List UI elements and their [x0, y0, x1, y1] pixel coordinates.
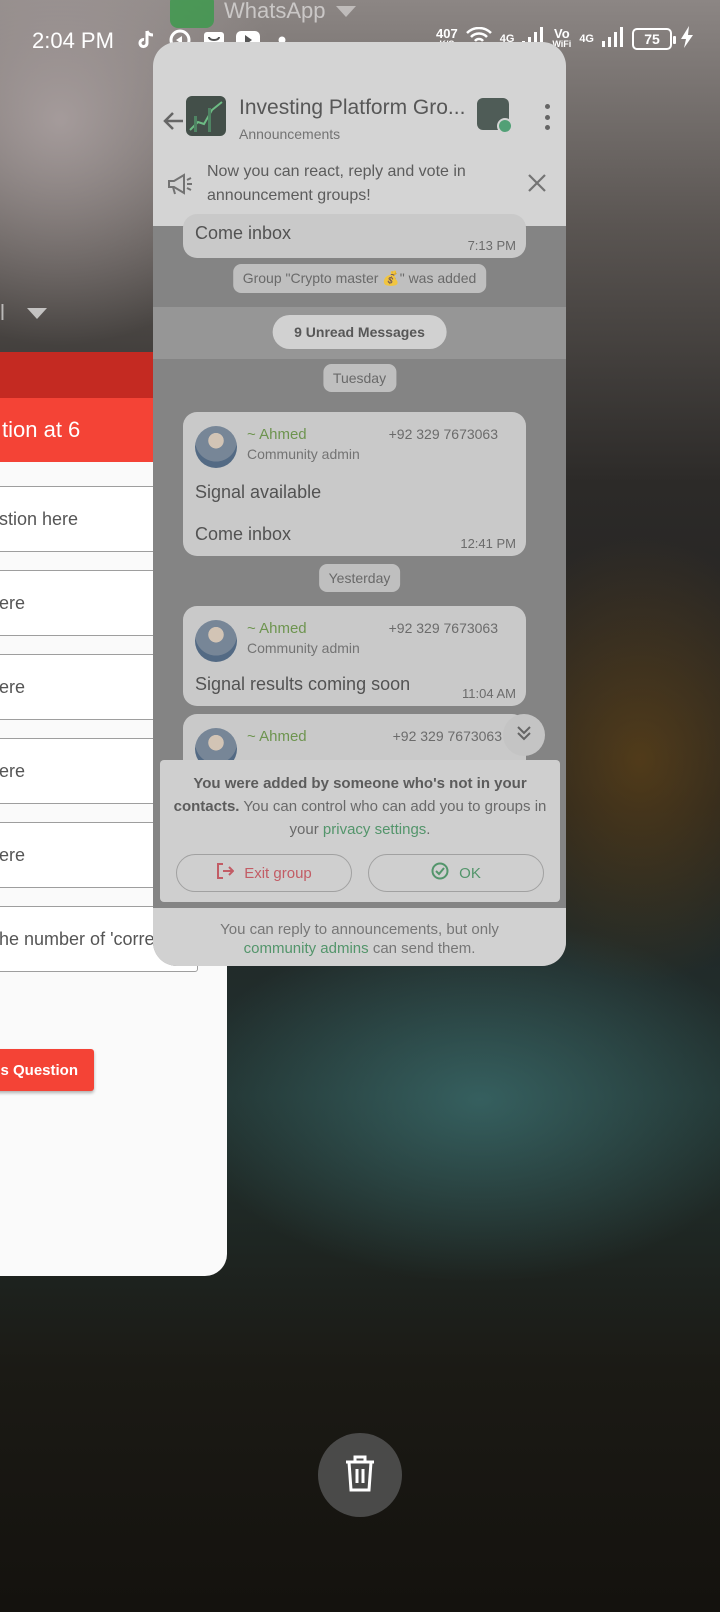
battery-level: 75	[644, 30, 660, 47]
sender-name[interactable]: ~ Ahmed	[247, 426, 307, 443]
verified-check-icon	[497, 118, 513, 134]
chevron-down-icon	[26, 307, 47, 319]
announcement-notice-banner: Now you can react, reply and vote in ann…	[153, 150, 566, 218]
back-arrow-icon[interactable]	[161, 108, 187, 134]
exit-icon	[216, 862, 235, 884]
community-avatar[interactable]	[477, 98, 513, 134]
sender-role: Community admin	[247, 640, 360, 656]
whatsapp-locked-icon	[170, 0, 214, 28]
submit-question-button[interactable]: his Question	[0, 1049, 94, 1091]
battery-icon: 75	[632, 27, 676, 50]
message-time: 12:41 PM	[460, 536, 516, 551]
ok-button[interactable]: OK	[368, 854, 544, 892]
message-text: Signal available	[195, 482, 322, 502]
clear-all-recents-button[interactable]	[318, 1433, 402, 1517]
exit-group-label: Exit group	[244, 864, 312, 882]
footer-text-after: can send them.	[372, 940, 476, 957]
left-app-label-text: l	[0, 300, 5, 325]
app-name: WhatsApp	[224, 0, 326, 23]
message-text: Come inbox	[195, 524, 292, 544]
clock: 2:04 PM	[32, 28, 114, 53]
notice-text: Now you can react, reply and vote in ann…	[207, 163, 466, 204]
message-time: 11:04 AM	[462, 686, 516, 701]
recent-app-card-whatsapp[interactable]: Investing Platform Gro... Announcements …	[153, 42, 566, 966]
recents-app-label[interactable]: WhatsApp	[170, 0, 356, 28]
community-admins-link[interactable]: community admins	[244, 940, 369, 957]
message-bubble[interactable]: Come inbox 7:13 PM	[183, 214, 526, 258]
privacy-settings-link[interactable]: privacy settings	[323, 821, 426, 838]
avatar[interactable]	[195, 426, 237, 468]
group-title[interactable]: Investing Platform Gro...	[239, 96, 467, 120]
group-avatar[interactable]	[186, 96, 226, 136]
sender-role: Community admin	[247, 446, 360, 462]
date-separator: Tuesday	[322, 364, 397, 392]
group-subtitle: Announcements	[239, 126, 341, 142]
close-icon[interactable]	[526, 172, 548, 194]
sender-phone: +92 329 7673063	[388, 620, 498, 636]
added-panel-period: .	[426, 821, 431, 838]
unread-divider: 9 Unread Messages	[153, 307, 566, 359]
sender-phone: +92 329 7673063	[388, 426, 498, 442]
sender-row: ~ Ahmed Community admin +92 329 7673063	[195, 620, 516, 664]
message-text: Signal results coming soon	[195, 674, 411, 694]
sender-row: ~ Ahmed Community admin +92 329 7673063	[195, 426, 516, 470]
sender-name[interactable]: ~ Ahmed	[247, 620, 307, 637]
chat-header-row: Investing Platform Gro... Announcements	[153, 96, 566, 148]
ok-label: OK	[459, 864, 481, 882]
sender-name[interactable]: ~ Ahmed	[247, 728, 307, 745]
system-message: Group "Crypto master 💰" was added	[232, 264, 487, 293]
charging-bolt-icon	[680, 26, 694, 51]
volte-label-top: Vo	[554, 25, 570, 41]
signal-strength-2-icon	[602, 27, 624, 50]
added-panel-text: You were added by someone who's not in y…	[170, 772, 550, 841]
added-by-unknown-panel: You were added by someone who's not in y…	[160, 760, 560, 902]
chevron-down-icon	[335, 5, 356, 17]
message-time: 7:13 PM	[467, 238, 516, 253]
message-bubble[interactable]: ~ Ahmed Community admin +92 329 7673063 …	[183, 412, 526, 556]
sender-phone: +92 329 7673063	[392, 728, 502, 744]
exit-group-button[interactable]: Exit group	[176, 854, 352, 892]
left-card-app-label[interactable]: l	[0, 300, 47, 326]
message-text: Come inbox	[195, 223, 292, 243]
check-circle-icon	[431, 862, 449, 884]
scroll-to-bottom-button[interactable]	[503, 714, 545, 756]
footer-text-before: You can reply to announcements, but only	[220, 921, 499, 938]
chat-header: Investing Platform Gro... Announcements …	[153, 42, 566, 226]
more-options-icon[interactable]	[542, 104, 552, 130]
network-speed-value: 407	[436, 25, 458, 41]
message-bubble[interactable]: ~ Ahmed Community admin +92 329 7673063 …	[183, 606, 526, 706]
avatar[interactable]	[195, 620, 237, 662]
sim2-network-type: 4G	[579, 32, 594, 45]
trash-icon	[343, 1454, 377, 1497]
megaphone-icon	[167, 172, 193, 196]
announcement-footer-note: You can reply to announcements, but only…	[153, 908, 566, 966]
double-chevron-down-icon	[515, 724, 533, 747]
date-separator: Yesterday	[318, 564, 401, 592]
unread-count-pill: 9 Unread Messages	[272, 315, 447, 349]
